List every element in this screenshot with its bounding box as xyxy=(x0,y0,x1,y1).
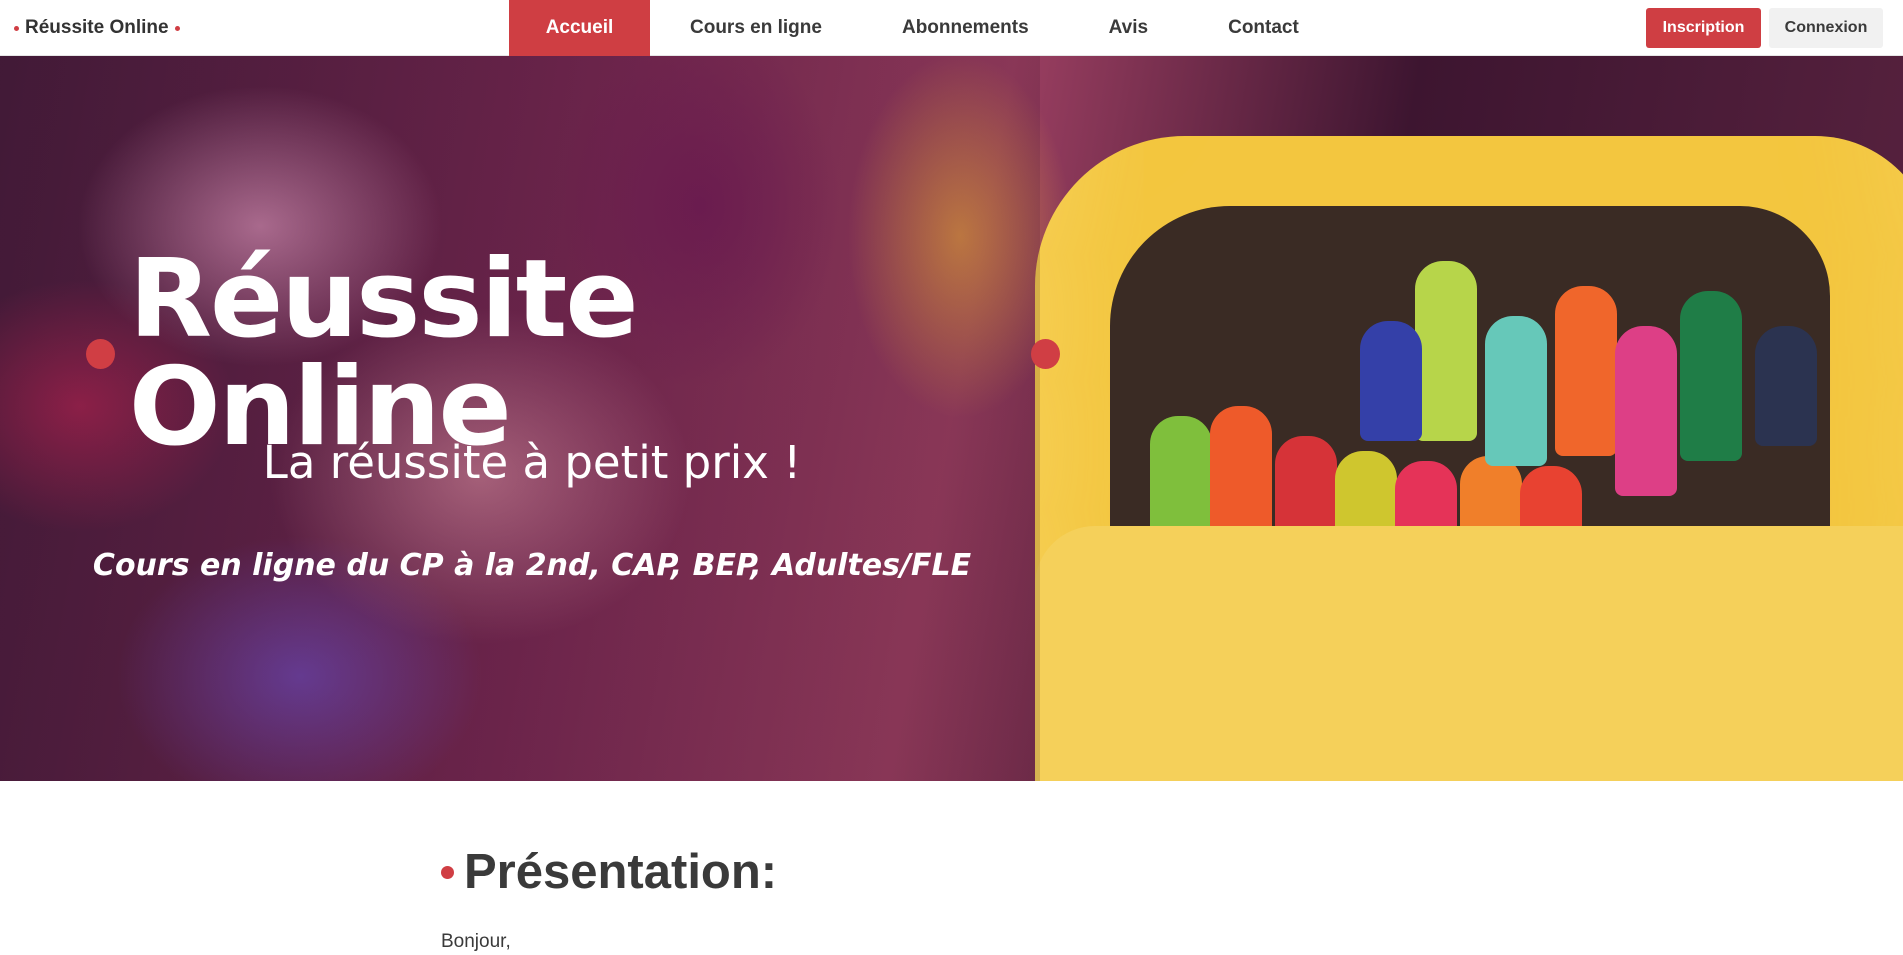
top-navbar: Réussite Online Accueil Cours en ligne A… xyxy=(0,0,1903,56)
main-nav: Accueil Cours en ligne Abonnements Avis … xyxy=(509,0,1339,56)
crayon-teal-image xyxy=(1485,316,1547,466)
presentation-heading: Présentation: xyxy=(464,845,778,899)
hero-dot-left xyxy=(86,339,115,369)
nav-item-accueil[interactable]: Accueil xyxy=(509,0,650,56)
crayon-darkgreen-image xyxy=(1680,291,1742,461)
signup-button[interactable]: Inscription xyxy=(1646,8,1761,48)
hero-dot-right xyxy=(1031,339,1060,369)
presentation-heading-row: Présentation: xyxy=(441,848,777,897)
brand-dot-left xyxy=(14,25,19,31)
nav-item-cours-en-ligne[interactable]: Cours en ligne xyxy=(650,0,862,56)
crayon-navy-image xyxy=(1755,326,1817,446)
brand-logo[interactable]: Réussite Online xyxy=(14,0,180,56)
nav-item-abonnements[interactable]: Abonnements xyxy=(862,0,1069,56)
crayon-box-front-image xyxy=(1035,526,1903,781)
crayon-blue-image xyxy=(1360,321,1422,441)
brand-name: Réussite Online xyxy=(25,17,169,38)
crayon-lime-image xyxy=(1415,261,1477,441)
nav-item-avis[interactable]: Avis xyxy=(1069,0,1188,56)
hero-title: Réussite Online xyxy=(128,237,639,470)
presentation-section: Présentation: Bonjour, xyxy=(441,848,777,953)
hero-banner: Réussite Online La réussite à petit prix… xyxy=(0,56,1903,781)
brand-dot-right xyxy=(174,25,180,31)
login-button[interactable]: Connexion xyxy=(1769,8,1883,48)
nav-item-contact[interactable]: Contact xyxy=(1188,0,1339,56)
presentation-greeting: Bonjour, xyxy=(441,931,511,952)
crayon-magenta-image xyxy=(1615,326,1677,496)
hero-courses-tagline: Cours en ligne du CP à la 2nd, CAP, BEP,… xyxy=(92,548,972,583)
hero-text-block: Réussite Online La réussite à petit prix… xyxy=(0,56,1060,781)
hero-title-row: Réussite Online xyxy=(86,246,1060,462)
auth-buttons: Inscription Connexion xyxy=(1646,8,1883,48)
crayon-orange-3-image xyxy=(1555,286,1617,456)
hero-subtitle: La réussite à petit prix ! xyxy=(262,436,802,489)
presentation-dot xyxy=(441,866,454,879)
